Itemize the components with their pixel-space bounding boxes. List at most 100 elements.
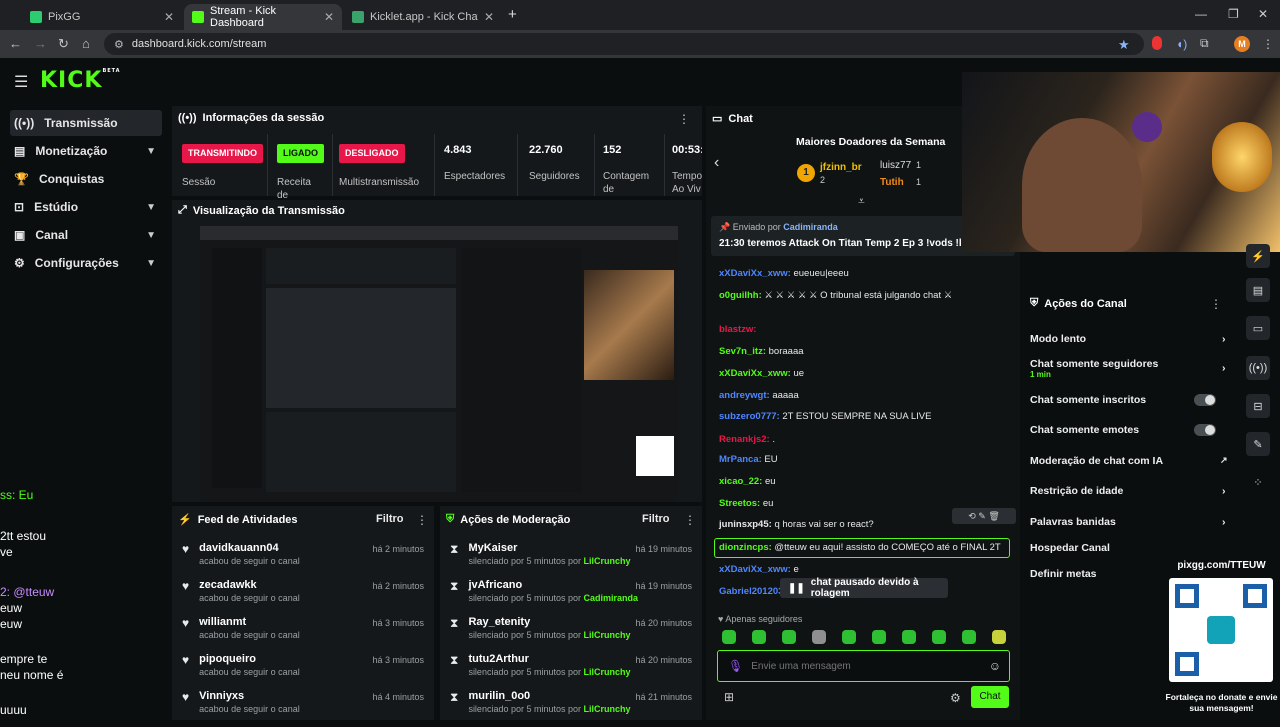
chat-username[interactable]: Gabriel201203: [719, 586, 783, 597]
sidebar-item-transmissao[interactable]: ((•)) Transmissão: [10, 110, 162, 136]
minimize-icon[interactable]: —: [1195, 7, 1207, 21]
chevron-left-icon[interactable]: ‹: [714, 154, 719, 172]
studio-icon: ⊡: [14, 200, 25, 214]
emoji-icon[interactable]: ☺: [989, 659, 1001, 673]
chat-username[interactable]: Sev7n_itz:: [719, 346, 766, 357]
back-icon[interactable]: ←: [9, 36, 22, 51]
sidebar-item-monetizacao[interactable]: ▤ Monetização ▼: [10, 138, 162, 164]
rail-bolt-button[interactable]: ⚡: [1246, 244, 1270, 268]
emote-icon[interactable]: [782, 630, 796, 644]
chat-username[interactable]: xXDaviXx_xww:: [719, 368, 791, 379]
kebab-menu-icon[interactable]: ⋮: [1210, 297, 1222, 311]
close-icon[interactable]: ✕: [164, 10, 174, 24]
action-host-channel[interactable]: Hospedar Canal: [1030, 542, 1230, 554]
reload-icon[interactable]: ↻: [58, 36, 69, 52]
chat-username[interactable]: MrPanca:: [719, 454, 762, 465]
action-slow-mode[interactable]: Modo lento ›: [1030, 333, 1230, 345]
rail-notes-button[interactable]: ▤: [1246, 278, 1270, 302]
home-icon[interactable]: ⌂: [82, 36, 90, 51]
chat-settings-gear-icon[interactable]: ⚙: [950, 691, 961, 705]
store-icon[interactable]: ⊞: [724, 690, 734, 704]
tab-label: Kicklet.app - Kick Chatbot and: [370, 11, 478, 23]
forward-icon[interactable]: →: [34, 36, 47, 51]
kebab-menu-icon[interactable]: ⋮: [416, 513, 428, 527]
extension-record-icon[interactable]: [1152, 36, 1162, 50]
partial-chat-line: empre te: [0, 652, 48, 666]
close-icon[interactable]: ✕: [484, 10, 494, 24]
action-age-restriction[interactable]: Restrição de idade ›: [1030, 485, 1230, 497]
tab-kick-dashboard[interactable]: Stream - Kick Dashboard ✕: [184, 4, 342, 30]
sidebar-item-conquistas[interactable]: 🏆 Conquistas: [10, 166, 162, 192]
emote-icon[interactable]: [842, 630, 856, 644]
filter-button[interactable]: Filtro: [642, 513, 670, 525]
emote-icon[interactable]: [722, 630, 736, 644]
chat-username[interactable]: o0guilhh:: [719, 290, 762, 301]
kick-logo[interactable]: KICKBETA: [40, 68, 121, 93]
emote-icon[interactable]: [962, 630, 976, 644]
chat-username[interactable]: xXDaviXx_xww:: [719, 268, 791, 279]
chat-username[interactable]: blastzw:: [719, 324, 756, 335]
url-field[interactable]: ⚙ dashboard.kick.com/stream: [104, 33, 1144, 55]
chat-username[interactable]: xXDaviXx_xww:: [719, 564, 791, 575]
extension-audio-icon[interactable]: ◖): [1176, 37, 1187, 51]
action-banned-words[interactable]: Palavras banidas ›: [1030, 516, 1230, 528]
emote-icon[interactable]: [752, 630, 766, 644]
sidebar-item-estudio[interactable]: ⊡ Estúdio ▼: [10, 194, 162, 220]
rail-tools-button[interactable]: ✎: [1246, 432, 1270, 456]
hamburger-menu-icon[interactable]: ☰: [14, 72, 28, 92]
profile-avatar[interactable]: M: [1234, 36, 1250, 52]
action-followers-only[interactable]: Chat somente seguidores 1 min ›: [1030, 358, 1230, 379]
rail-chat-button[interactable]: ▭: [1246, 316, 1270, 340]
maximize-icon[interactable]: ❐: [1228, 7, 1239, 21]
mic-icon[interactable]: 🎙: [728, 659, 743, 673]
site-info-icon[interactable]: ⚙: [114, 38, 124, 51]
chat-input[interactable]: [751, 660, 981, 672]
chat-username[interactable]: xicao_22:: [719, 476, 762, 487]
close-icon[interactable]: ✕: [324, 10, 334, 24]
action-label: Chat somente seguidores: [1030, 358, 1159, 370]
chat-username[interactable]: Streetos:: [719, 498, 760, 509]
tab-kicklet[interactable]: Kicklet.app - Kick Chatbot and ✕: [344, 4, 502, 30]
extensions-icon[interactable]: ⧉: [1200, 36, 1209, 51]
rail-more-button[interactable]: ⁘: [1246, 470, 1270, 494]
emote-icon[interactable]: [812, 630, 826, 644]
emote-icon[interactable]: [932, 630, 946, 644]
chat-username[interactable]: Renankjs2:: [719, 434, 770, 445]
tab-pixgg[interactable]: PixGG ✕: [22, 4, 182, 30]
broadcast-icon: ((•)): [14, 116, 35, 130]
filter-button[interactable]: Filtro: [376, 513, 404, 525]
emote-icon[interactable]: [872, 630, 886, 644]
trophy-icon: 🏆: [14, 172, 29, 186]
kebab-menu-icon[interactable]: ⋮: [684, 513, 696, 527]
emotes-only-toggle[interactable]: [1194, 424, 1216, 436]
rail-layout-button[interactable]: ⊟: [1246, 394, 1270, 418]
rail-broadcast-button[interactable]: ((•)): [1246, 356, 1270, 380]
emote-icon[interactable]: [992, 630, 1006, 644]
chat-input-box[interactable]: 🎙 ☺: [717, 650, 1010, 682]
chat-username[interactable]: juninsxp45:: [719, 519, 772, 530]
sidebar-item-configuracoes[interactable]: ⚙ Configurações ▼: [10, 250, 162, 276]
lightning-icon: ⚡: [178, 514, 192, 526]
subscribers-only-toggle[interactable]: [1194, 394, 1216, 406]
collapse-icon[interactable]: ⩡: [858, 194, 865, 209]
chat-username[interactable]: andreywgt:: [719, 390, 770, 401]
bookmark-star-icon[interactable]: ★: [1118, 37, 1130, 53]
hourglass-icon: ⧗: [450, 690, 459, 704]
chat-username[interactable]: subzero0777:: [719, 411, 780, 422]
divider: [332, 134, 333, 196]
mod-time: há 20 minutos: [635, 618, 692, 628]
new-tab-icon[interactable]: +: [508, 6, 517, 23]
chat-paused-banner[interactable]: ❚❚ chat pausado devido à rolagem: [780, 577, 948, 599]
stream-preview-video[interactable]: [200, 226, 678, 502]
action-subscribers-only[interactable]: Chat somente inscritos: [1030, 394, 1230, 406]
sidebar-item-canal[interactable]: ▣ Canal ▼: [10, 222, 162, 248]
sidebar-item-label: Configurações: [34, 256, 119, 270]
chat-send-button[interactable]: Chat: [971, 686, 1009, 708]
kebab-menu-icon[interactable]: ⋮: [678, 112, 690, 126]
menu-dots-icon[interactable]: ⋮: [1262, 37, 1274, 51]
action-ai-moderation[interactable]: Moderação de chat com IA ↗: [1030, 455, 1230, 467]
emote-icon[interactable]: [902, 630, 916, 644]
close-window-icon[interactable]: ✕: [1258, 7, 1268, 21]
nested-session: [266, 248, 456, 284]
action-emotes-only[interactable]: Chat somente emotes: [1030, 424, 1230, 436]
